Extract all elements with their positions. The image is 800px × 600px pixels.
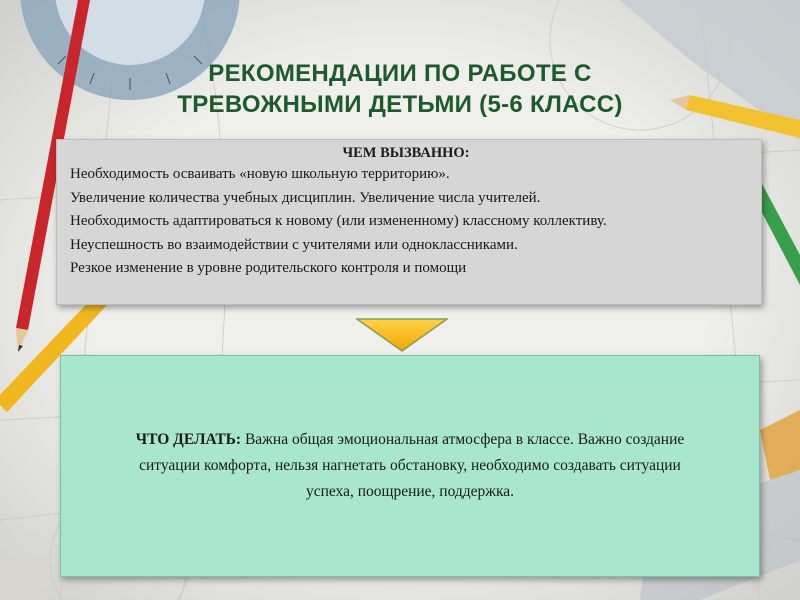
title-line-1: РЕКОМЕНДАЦИИ ПО РАБОТЕ С bbox=[208, 60, 592, 87]
list-item-text: Резкое изменение в уровне родительского … bbox=[70, 260, 467, 276]
causes-heading: ЧЕМ ВЫЗВАННО: bbox=[342, 145, 470, 161]
title-line-2: ТРЕВОЖНЫМИ ДЕТЬМИ (5-6 КЛАСС) bbox=[177, 91, 623, 118]
list-item: Необходимость осваивать «новую школьную … bbox=[59, 163, 753, 187]
list-item: Резкое изменение в уровне родительского … bbox=[59, 257, 753, 281]
list-item-text: Необходимость адаптироваться к новому (и… bbox=[70, 213, 607, 229]
causes-list: Необходимость осваивать «новую школьную … bbox=[59, 163, 753, 281]
list-item-text: Необходимость осваивать «новую школьную … bbox=[70, 166, 450, 182]
list-item-text: Увеличение количества учебных дисциплин.… bbox=[70, 189, 541, 206]
action-box: ЧТО ДЕЛАТЬ: Важна общая эмоциональная ат… bbox=[60, 355, 760, 577]
action-label: ЧТО ДЕЛАТЬ: bbox=[135, 431, 242, 448]
list-item: Неуспешность во взаимодействии с учителя… bbox=[59, 234, 753, 258]
page-title: РЕКОМЕНДАЦИИ ПО РАБОТЕ С ТРЕВОЖНЫМИ ДЕТЬ… bbox=[100, 58, 700, 120]
down-arrow-icon bbox=[356, 318, 448, 352]
list-item: Необходимость адаптироваться к новому (и… bbox=[59, 210, 753, 234]
list-item-text: Неуспешность во взаимодействии с учителя… bbox=[70, 236, 518, 253]
causes-box: ЧЕМ ВЫЗВАННО: Необходимость осваивать «н… bbox=[56, 139, 762, 305]
action-text: ЧТО ДЕЛАТЬ: Важна общая эмоциональная ат… bbox=[121, 427, 699, 505]
list-item: Увеличение количества учебных дисциплин.… bbox=[59, 187, 753, 211]
